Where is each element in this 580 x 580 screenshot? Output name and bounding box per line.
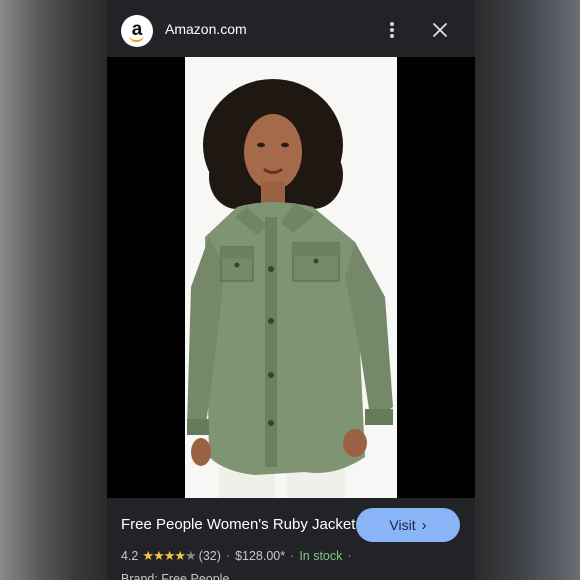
more-vert-icon[interactable] [387, 22, 397, 40]
rating-value: 4.2 [121, 549, 139, 563]
review-count: (32) [198, 549, 221, 563]
blurred-background-left [0, 0, 107, 580]
close-icon[interactable] [431, 21, 449, 39]
product-info-bar: Free People Women's Ruby Jacket Visit › … [107, 498, 475, 580]
site-name[interactable]: Amazon.com [165, 21, 247, 37]
product-title[interactable]: Free People Women's Ruby Jacket [121, 516, 355, 533]
visit-label: Visit [389, 517, 416, 533]
separator-dot: · [347, 549, 352, 563]
separator-dot: · [225, 549, 231, 563]
chevron-right-icon: › [421, 516, 427, 534]
amazon-logo: a [121, 15, 153, 47]
brand-line: Brand: Free People [121, 572, 230, 580]
product-meta-row: 4.2 ★★★★★ (32) · $128.00* · In stock · [121, 548, 357, 564]
blurred-background-right [475, 0, 580, 580]
model-jacket-illustration [187, 79, 393, 498]
product-photo[interactable] [185, 57, 397, 498]
image-preview-panel: a Amazon.com Free People Women's Ruby Ja… [107, 0, 475, 580]
logo-smile-icon [129, 35, 144, 42]
separator-dot: · [290, 549, 295, 563]
availability-status: In stock [299, 549, 343, 563]
preview-header: a Amazon.com [107, 0, 475, 57]
price: $128.00* [235, 549, 286, 563]
visit-button[interactable]: Visit › [356, 508, 460, 542]
product-image-area [107, 57, 475, 498]
rating-stars-icon: ★★★★★ [142, 548, 196, 563]
